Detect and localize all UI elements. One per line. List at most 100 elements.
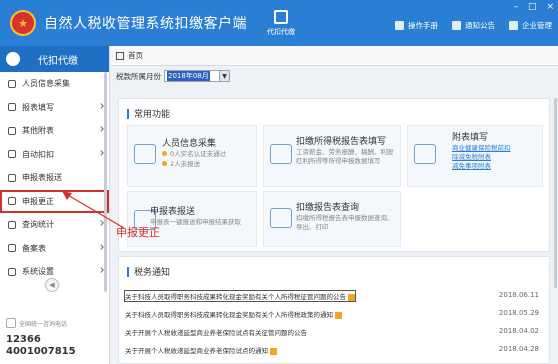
notice-item[interactable]: 关于科技人员取得职务科技成果转化现金奖励有关个人所得税政策的通知 2018.05… <box>125 309 545 319</box>
hotline-block: 全国统一咨询电话 12366 4001007815 <box>0 314 110 364</box>
file-icon <box>8 244 16 253</box>
sidebar-item-label: 系统设置 <box>22 267 54 277</box>
gear-icon <box>8 267 16 276</box>
home-icon <box>116 51 124 60</box>
chevron-down-icon <box>98 102 104 109</box>
notice-text: 关于科技人员取得职务科技成果转化现金奖励有关个人所得税征管问题的公告 <box>124 290 356 302</box>
new-badge-icon <box>335 311 342 319</box>
chevron-down-icon <box>98 267 104 273</box>
sidebar-item-person-info[interactable]: 人员信息采集 <box>0 72 109 96</box>
id-card-icon <box>134 144 156 164</box>
card-report-query[interactable]: 扣缴报告表查询 扣缴所得税报告表申报数据查询、 导出、打印 <box>263 191 401 247</box>
manual-label: 操作手册 <box>408 21 438 30</box>
app-title: 自然人税收管理系统扣缴客户端 <box>44 16 247 32</box>
sidebar-item-report-fill[interactable]: 报表填写 <box>0 96 109 120</box>
notice-date: 2018.04.02 <box>498 327 539 335</box>
company-label: 企业管理 <box>522 21 552 30</box>
notice-icon <box>452 21 461 30</box>
card-line: 扣缴所得税报告表申报数据查询、 <box>296 214 394 222</box>
company-link[interactable]: 企业管理 <box>509 20 552 31</box>
mode-icon <box>274 9 288 24</box>
hotline-label: 全国统一咨询电话 <box>6 318 104 328</box>
card-withholding-report[interactable]: 扣缴所得税报告表填写 工资薪金、劳务报酬、稿酬、利股 红利所得等所得申报数据填写 <box>263 125 401 187</box>
tab-home-label: 首页 <box>128 51 143 60</box>
card-line: 2人未报送 <box>162 160 200 169</box>
card-person-info[interactable]: 人员信息采集 0人实名认证未通过 2人未报送 <box>127 125 257 187</box>
hotline-number-1: 12366 <box>6 334 41 345</box>
notice-label: 通知公告 <box>465 21 495 30</box>
minimize-button[interactable]: – <box>513 2 518 12</box>
mode-switch[interactable]: 代扣代缴 <box>267 9 295 37</box>
tax-emblem-logo: ★ <box>10 10 36 36</box>
main-scrollbar[interactable] <box>554 98 557 288</box>
maximize-button[interactable]: □ <box>528 2 537 12</box>
sidebar-item-label: 人员信息采集 <box>22 79 70 89</box>
sidebar-item-label: 报表填写 <box>22 102 54 112</box>
dropdown-arrow-icon[interactable]: ▼ <box>220 70 230 82</box>
hotline-number-2: 4001007815 <box>6 346 76 357</box>
notice-text: 关于开展个人税收递延型商业养老保险试点的通知 <box>125 345 277 355</box>
edit-icon <box>8 103 16 112</box>
send-icon <box>8 173 16 182</box>
sidebar-scrollbar[interactable] <box>104 72 107 292</box>
tab-home[interactable]: 首页 <box>116 50 143 61</box>
card-line: 导出、打印 <box>296 223 329 231</box>
sidebar-item-other-schedules[interactable]: 其他附表 <box>0 119 109 143</box>
sidebar-item-submit[interactable]: 申报表报送 <box>0 166 109 190</box>
tax-notices-title: 税务通知 <box>127 265 170 278</box>
notice-text: 关于开展个人税收递延型商业养老保险试点有关征管问题的公告 <box>125 329 307 337</box>
notice-item[interactable]: 关于开展个人税收递延型商业养老保险试点有关征管问题的公告 2018.04.02 <box>125 327 545 337</box>
menu-icon <box>6 52 20 66</box>
notice-text: 关于科技人员取得职务科技成果转化现金奖励有关个人所得税政策的通知 <box>125 309 342 319</box>
sidebar-item-auto-deduct[interactable]: 自动扣扣 <box>0 143 109 167</box>
sidebar-item-filing[interactable]: 备案表 <box>0 237 109 261</box>
common-functions-title: 常用功能 <box>127 107 170 120</box>
header-links: 操作手册 通知公告 企业管理 <box>381 20 552 31</box>
schedule-icon <box>414 144 436 164</box>
card-line: 工资薪金、劳务报酬、稿酬、利股 <box>296 148 394 156</box>
sidebar-item-label: 查询统计 <box>22 220 54 230</box>
search-icon <box>8 197 16 206</box>
card-title: 扣缴报告表查询 <box>296 203 360 213</box>
card-title: 附表填写 <box>452 133 489 143</box>
grid-icon <box>8 126 16 135</box>
chevron-down-icon <box>98 243 104 250</box>
manual-link[interactable]: 操作手册 <box>395 20 438 31</box>
phone-icon <box>6 318 16 328</box>
card-title: 人员信息采集 <box>162 139 217 149</box>
person-icon <box>8 79 16 88</box>
notice-date: 2018.06.11 <box>498 291 539 299</box>
card-line: 申报表一键报送和申报结果获取 <box>150 218 241 226</box>
notice-item[interactable]: 关于开展个人税收递延型商业养老保险试点的通知 2018.04.28 <box>125 345 545 355</box>
close-button[interactable]: × <box>546 2 554 12</box>
main-area: 首页 税款所属月份 2018年08月 ▼ 常用功能 人员信息采集 0人实名认证未… <box>110 46 558 364</box>
chevron-down-icon <box>98 149 104 156</box>
window-controls: – □ × <box>503 2 554 12</box>
sidebar-header[interactable]: 代扣代缴 <box>0 46 109 72</box>
manual-icon <box>395 21 404 30</box>
notice-link[interactable]: 通知公告 <box>452 20 495 31</box>
notice-date: 2018.05.29 <box>498 309 539 317</box>
card-line: 红利所得等所得申报数据填写 <box>296 157 381 165</box>
sidebar-item-label: 申报更正 <box>22 196 54 206</box>
report-icon <box>270 144 292 164</box>
period-selector: 税款所属月份 2018年08月 ▼ <box>116 70 230 82</box>
mode-label: 代扣代缴 <box>267 27 295 36</box>
new-badge-icon <box>348 293 355 301</box>
notice-item[interactable]: 关于科技人员取得职务科技成果转化现金奖励有关个人所得税征管问题的公告 2018.… <box>124 290 545 302</box>
sidebar-item-label: 其他附表 <box>22 126 54 136</box>
common-functions-panel: 常用功能 人员信息采集 0人实名认证未通过 2人未报送 扣缴所得税报告表填写 工… <box>118 98 550 252</box>
tab-bar: 首页 <box>110 46 558 66</box>
sidebar-item-label: 申报表报送 <box>22 173 62 183</box>
schedule-link[interactable]: 除减免税附表 <box>452 153 491 162</box>
auto-icon <box>8 150 16 159</box>
title-bar: ★ 自然人税收管理系统扣缴客户端 代扣代缴 – □ × 操作手册 通知公告 企业… <box>0 0 558 46</box>
chevron-down-icon <box>98 126 104 132</box>
hotline-text: 全国统一咨询电话 <box>19 320 68 328</box>
period-label: 税款所属月份 <box>116 71 161 81</box>
card-schedules[interactable]: 附表填写 商业健康保险税前扣 除减免税附表 减免事项附表 <box>407 125 543 187</box>
collapse-sidebar-button[interactable]: ◀ <box>45 278 59 292</box>
period-select[interactable]: 2018年08月 <box>164 70 220 82</box>
schedule-link[interactable]: 减免事项附表 <box>452 162 491 171</box>
schedule-link[interactable]: 商业健康保险税前扣 <box>452 144 511 153</box>
